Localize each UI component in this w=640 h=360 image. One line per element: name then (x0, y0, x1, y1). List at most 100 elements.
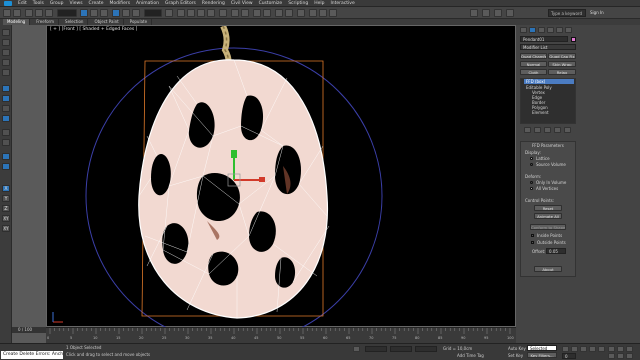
quad-chamfer-button[interactable]: Quad Chamfer (520, 53, 547, 59)
remove-modifier-icon[interactable] (554, 127, 561, 133)
menu-animation[interactable]: Animation (136, 1, 159, 6)
y-coord-field[interactable] (390, 346, 412, 352)
hierarchy-tab-icon[interactable] (538, 27, 545, 33)
schematic-icon[interactable] (285, 9, 293, 17)
menu-modifiers[interactable]: Modifiers (110, 1, 131, 6)
maxscript-listener[interactable]: Create Delete Errors: Anchor (1, 351, 63, 359)
workspace-icon[interactable] (470, 9, 478, 17)
key-filters-button[interactable]: Key Filters... (527, 352, 557, 358)
xy-plane-button-2[interactable]: XY (2, 225, 10, 232)
only-in-volume-radio[interactable] (530, 181, 533, 184)
ref-coord-dropdown[interactable] (144, 9, 162, 17)
z-coord-field[interactable] (415, 346, 437, 352)
z-axis-button[interactable]: Z (2, 205, 10, 212)
menu-customize[interactable]: Customize (259, 1, 283, 6)
add-time-tag[interactable]: Add Time Tag (457, 353, 484, 358)
select-icon[interactable] (2, 29, 10, 36)
select-object-icon[interactable] (80, 9, 88, 17)
sign-in-link[interactable]: Sign In (590, 10, 604, 15)
percent-snap-icon[interactable] (197, 9, 205, 17)
zoom-icon[interactable] (2, 39, 10, 46)
transform-gizmo-icon[interactable] (2, 153, 10, 160)
modifier-list-dropdown[interactable]: Modifier List (520, 44, 576, 50)
link-icon[interactable] (25, 9, 33, 17)
rollout-title[interactable]: FFD Parameters (532, 143, 564, 148)
angle-toggle-icon[interactable] (2, 95, 10, 102)
about-button[interactable]: About (534, 266, 562, 272)
pan-icon[interactable] (2, 49, 10, 56)
conform-to-shape-button[interactable]: Conform to Shape (530, 224, 566, 230)
current-frame-field[interactable]: 0 (562, 353, 576, 359)
y-axis-button[interactable]: Y (2, 195, 10, 202)
app-logo-icon[interactable] (4, 0, 12, 6)
unlink-icon[interactable] (35, 9, 43, 17)
undo-icon[interactable] (3, 9, 11, 17)
render-setup-icon[interactable] (309, 9, 317, 17)
menu-tools[interactable]: Tools (33, 1, 44, 6)
menu-rendering[interactable]: Rendering (202, 1, 225, 6)
manip-icon[interactable] (2, 163, 10, 170)
utilities-tab-icon[interactable] (565, 27, 572, 33)
layer-explorer-icon[interactable] (253, 9, 261, 17)
bind-icon[interactable] (45, 9, 53, 17)
go-end-icon[interactable] (598, 346, 605, 352)
curve-editor-icon[interactable] (275, 9, 283, 17)
show-end-result-icon[interactable] (534, 127, 541, 133)
inside-points-checkbox[interactable] (531, 234, 534, 237)
ribbon-toggle-icon[interactable] (263, 9, 271, 17)
make-unique-icon[interactable] (544, 127, 551, 133)
front-viewport[interactable]: [ + ] [Front ] [ Shaded + Edged Faces ] (46, 25, 516, 328)
object-name-field[interactable]: Pendant01 (520, 36, 568, 42)
material-editor-icon[interactable] (297, 9, 305, 17)
selection-filter-dropdown[interactable] (57, 9, 77, 17)
xy-plane-button[interactable]: XY (2, 215, 10, 222)
frame-indicator[interactable]: 0 / 100 (12, 327, 46, 333)
field-of-view-icon[interactable] (617, 353, 624, 359)
menu-views[interactable]: Views (70, 1, 83, 6)
reset-button[interactable]: Reset (534, 205, 562, 211)
isolate-icon[interactable] (2, 129, 10, 136)
outside-points-checkbox[interactable] (531, 241, 534, 244)
motion-tab-icon[interactable] (547, 27, 554, 33)
star-icon[interactable] (494, 9, 502, 17)
select-move-icon[interactable] (112, 9, 120, 17)
spinner-icon[interactable] (2, 115, 10, 122)
user-icon[interactable] (506, 9, 514, 17)
object-color-swatch[interactable] (571, 37, 576, 42)
menu-scripting[interactable]: Scripting (288, 1, 308, 6)
align-icon[interactable] (241, 9, 249, 17)
quad-cap-fix-button[interactable]: Quad Cap Fix (548, 53, 576, 59)
auto-key-label[interactable]: Auto Key (508, 346, 526, 351)
help-icon[interactable] (482, 9, 490, 17)
menu-civil-view[interactable]: Civil View (231, 1, 253, 6)
normal-button[interactable]: Normal (520, 61, 547, 67)
skin-wrap-button[interactable]: Skin Wrap (548, 61, 576, 67)
spinner-snap-icon[interactable] (207, 9, 215, 17)
rect-region-icon[interactable] (100, 9, 108, 17)
zoom-extents-icon[interactable] (2, 59, 10, 66)
menu-help[interactable]: Help (314, 1, 324, 6)
menu-edit[interactable]: Edit (18, 1, 27, 6)
walkthrough-icon[interactable] (626, 353, 633, 359)
set-key-label[interactable]: Set Key (508, 353, 523, 358)
display-tab-icon[interactable] (556, 27, 563, 33)
angle-snap-icon[interactable] (187, 9, 195, 17)
maximize-viewport-icon[interactable] (608, 353, 615, 359)
menu-interactive[interactable]: Interactive (330, 1, 354, 6)
stack-item-element[interactable]: Element (532, 110, 549, 115)
render-icon[interactable] (329, 9, 337, 17)
timeline[interactable]: 0 5 10 15 20 25 30 35 40 45 50 55 60 65 70 75 80 85 90 95 10… (46, 327, 516, 343)
go-start-icon[interactable] (562, 346, 569, 352)
search-input[interactable]: Type a keyword or phrase (548, 9, 586, 23)
render-frame-icon[interactable] (319, 9, 327, 17)
menu-create[interactable]: Create (89, 1, 104, 6)
menu-graph-editors[interactable]: Graph Editors (165, 1, 196, 6)
pan-viewport-icon[interactable] (617, 346, 624, 352)
next-frame-icon[interactable] (589, 346, 596, 352)
lock-selection-icon[interactable] (353, 346, 360, 352)
pin-stack-icon[interactable] (524, 127, 531, 133)
all-vertices-radio[interactable] (530, 187, 533, 190)
play-icon[interactable] (580, 346, 587, 352)
snap-toggle-icon[interactable] (2, 85, 10, 92)
snaps-icon[interactable] (177, 9, 185, 17)
